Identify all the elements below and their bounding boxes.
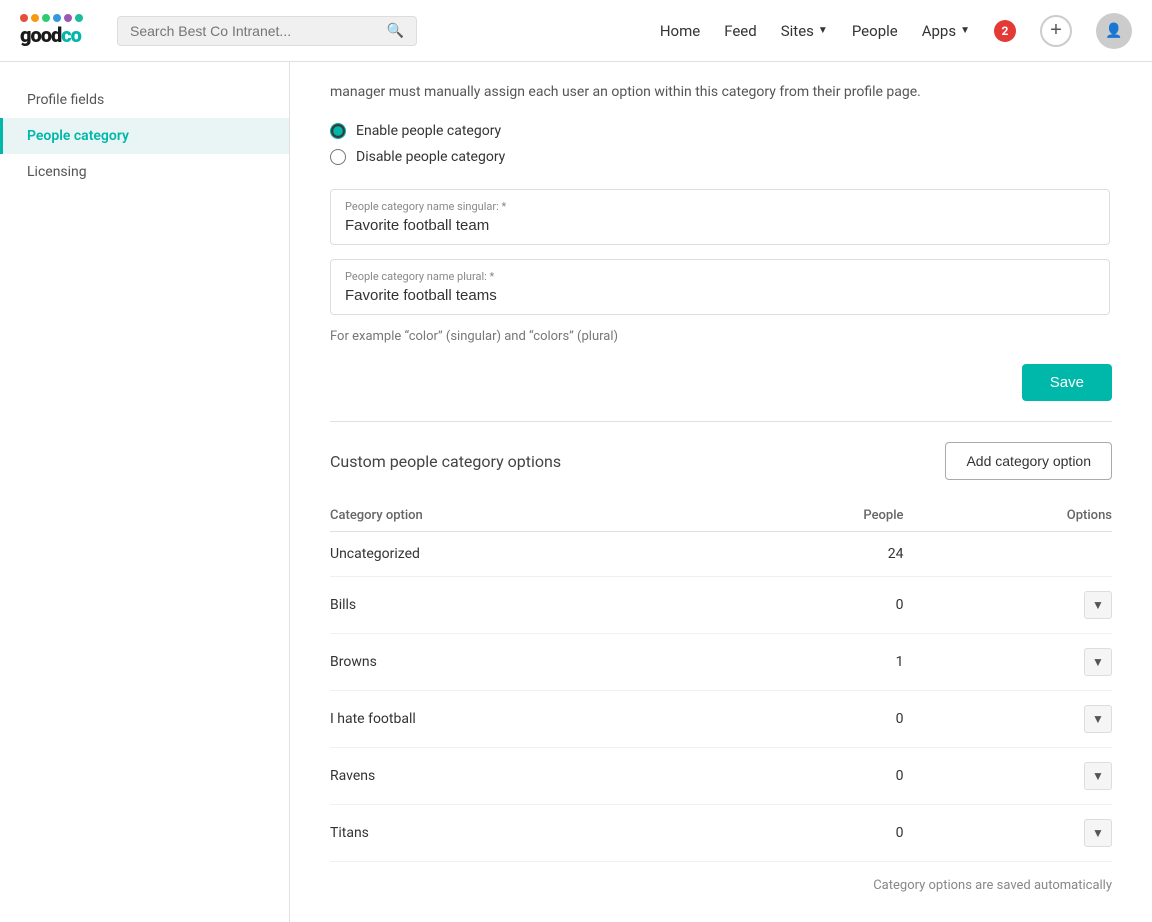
cell-titans-name: Titans bbox=[330, 805, 635, 862]
singular-field-label: People category name singular: * bbox=[345, 200, 1095, 213]
table-row: Titans 0 ▼ bbox=[330, 805, 1112, 862]
col-header-people: People bbox=[635, 500, 964, 532]
cell-uncategorized-people: 24 bbox=[635, 532, 964, 577]
disable-radio[interactable] bbox=[330, 149, 346, 165]
section-header: Custom people category options Add categ… bbox=[330, 442, 1112, 480]
search-bar[interactable]: 🔍 bbox=[117, 16, 417, 46]
sidebar-item-people-category[interactable]: People category bbox=[0, 118, 289, 154]
cell-uncategorized-name: Uncategorized bbox=[330, 532, 635, 577]
cell-titans-options[interactable]: ▼ bbox=[964, 805, 1113, 862]
sites-chevron-icon: ▼ bbox=[818, 25, 828, 36]
table-row: Bills 0 ▼ bbox=[330, 577, 1112, 634]
sidebar-item-profile-fields[interactable]: Profile fields bbox=[0, 82, 289, 118]
singular-field-input[interactable] bbox=[345, 217, 1095, 234]
enable-radio-label[interactable]: Enable people category bbox=[330, 123, 1112, 139]
cell-browns-options[interactable]: ▼ bbox=[964, 634, 1113, 691]
auto-save-note: Category options are saved automatically bbox=[330, 878, 1112, 893]
dot-purple bbox=[64, 14, 72, 22]
section-title: Custom people category options bbox=[330, 452, 561, 471]
browns-dropdown-button[interactable]: ▼ bbox=[1084, 648, 1112, 676]
disable-radio-text: Disable people category bbox=[356, 149, 505, 165]
dot-green bbox=[42, 14, 50, 22]
table-header-row: Category option People Options bbox=[330, 500, 1112, 532]
singular-field: People category name singular: * bbox=[330, 189, 1110, 245]
plural-field-input[interactable] bbox=[345, 287, 1095, 304]
category-table: Category option People Options Uncategor… bbox=[330, 500, 1112, 862]
avatar[interactable]: 👤 bbox=[1096, 13, 1132, 49]
col-header-category-option: Category option bbox=[330, 500, 635, 532]
dot-blue bbox=[53, 14, 61, 22]
cell-bills-name: Bills bbox=[330, 577, 635, 634]
cell-ihatefootball-people: 0 bbox=[635, 691, 964, 748]
cell-ihatefootball-name: I hate football bbox=[330, 691, 635, 748]
dot-teal bbox=[75, 14, 83, 22]
cell-ravens-name: Ravens bbox=[330, 748, 635, 805]
apps-chevron-icon: ▼ bbox=[960, 25, 970, 36]
table-row: Ravens 0 ▼ bbox=[330, 748, 1112, 805]
nav-feed[interactable]: Feed bbox=[724, 22, 757, 40]
nav-apps[interactable]: Apps ▼ bbox=[922, 22, 970, 40]
enable-radio[interactable] bbox=[330, 123, 346, 139]
logo-text: goodco bbox=[20, 23, 81, 47]
table-row: Browns 1 ▼ bbox=[330, 634, 1112, 691]
cell-bills-options[interactable]: ▼ bbox=[964, 577, 1113, 634]
save-button[interactable]: Save bbox=[1022, 364, 1112, 401]
ihatefootball-dropdown-button[interactable]: ▼ bbox=[1084, 705, 1112, 733]
navbar: goodco 🔍 Home Feed Sites ▼ People Apps ▼… bbox=[0, 0, 1152, 62]
nav-people[interactable]: People bbox=[852, 22, 898, 40]
table-row: Uncategorized 24 bbox=[330, 532, 1112, 577]
sidebar: Profile fields People category Licensing bbox=[0, 62, 290, 922]
nav-home[interactable]: Home bbox=[660, 22, 700, 40]
bills-dropdown-button[interactable]: ▼ bbox=[1084, 591, 1112, 619]
description-text: manager must manually assign each user a… bbox=[330, 82, 1110, 103]
ravens-dropdown-button[interactable]: ▼ bbox=[1084, 762, 1112, 790]
hint-text: For example “color” (singular) and “colo… bbox=[330, 329, 1112, 344]
plural-field-label: People category name plural: * bbox=[345, 270, 1095, 283]
table-head: Category option People Options bbox=[330, 500, 1112, 532]
page-layout: Profile fields People category Licensing… bbox=[0, 62, 1152, 922]
nav-sites[interactable]: Sites ▼ bbox=[781, 22, 828, 40]
radio-group: Enable people category Disable people ca… bbox=[330, 123, 1112, 165]
notification-badge[interactable]: 2 bbox=[994, 20, 1016, 42]
cell-ravens-people: 0 bbox=[635, 748, 964, 805]
add-category-option-button[interactable]: Add category option bbox=[945, 442, 1112, 480]
add-button[interactable]: + bbox=[1040, 15, 1072, 47]
dot-red bbox=[20, 14, 28, 22]
cell-ravens-options[interactable]: ▼ bbox=[964, 748, 1113, 805]
cell-ihatefootball-options[interactable]: ▼ bbox=[964, 691, 1113, 748]
cell-titans-people: 0 bbox=[635, 805, 964, 862]
enable-radio-text: Enable people category bbox=[356, 123, 501, 139]
search-icon: 🔍 bbox=[387, 23, 404, 39]
logo-co: co bbox=[61, 23, 81, 47]
titans-dropdown-button[interactable]: ▼ bbox=[1084, 819, 1112, 847]
divider bbox=[330, 421, 1112, 422]
table-body: Uncategorized 24 Bills 0 ▼ Browns 1 bbox=[330, 532, 1112, 862]
cell-browns-people: 1 bbox=[635, 634, 964, 691]
main-content: manager must manually assign each user a… bbox=[290, 62, 1152, 922]
logo-dots bbox=[20, 14, 83, 22]
cell-browns-name: Browns bbox=[330, 634, 635, 691]
logo: goodco bbox=[20, 14, 83, 47]
logo-good: good bbox=[20, 23, 61, 47]
col-header-options: Options bbox=[964, 500, 1113, 532]
search-input[interactable] bbox=[130, 23, 379, 39]
table-row: I hate football 0 ▼ bbox=[330, 691, 1112, 748]
sidebar-item-licensing[interactable]: Licensing bbox=[0, 154, 289, 190]
dot-orange bbox=[31, 14, 39, 22]
plural-field: People category name plural: * bbox=[330, 259, 1110, 315]
cell-bills-people: 0 bbox=[635, 577, 964, 634]
disable-radio-label[interactable]: Disable people category bbox=[330, 149, 1112, 165]
nav-links: Home Feed Sites ▼ People Apps ▼ 2 + 👤 bbox=[660, 13, 1132, 49]
cell-uncategorized-options bbox=[964, 532, 1113, 577]
